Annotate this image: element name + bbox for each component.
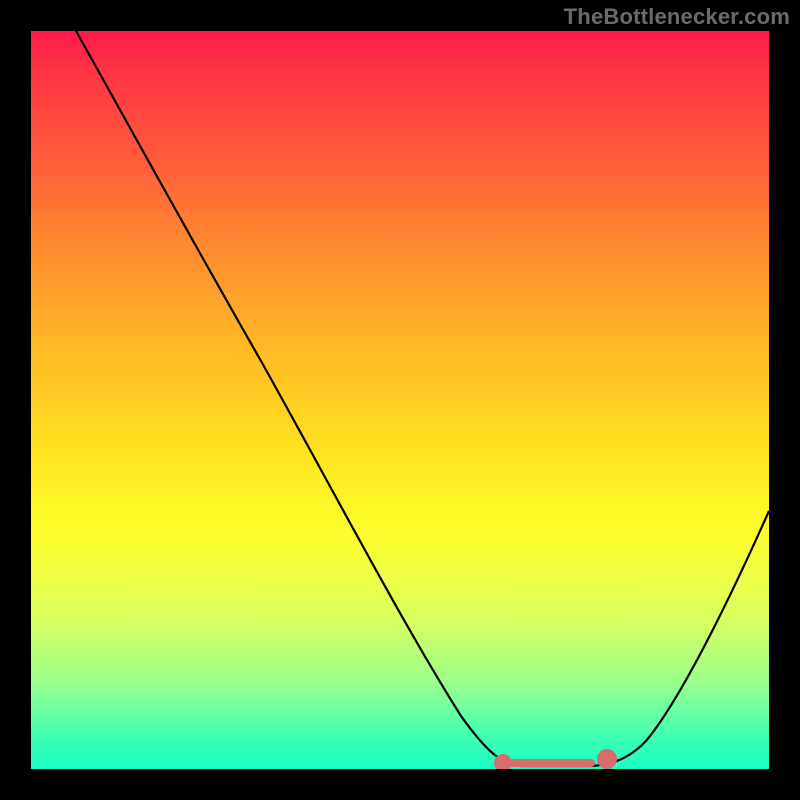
chart-svg (31, 31, 769, 769)
plot-area (31, 31, 769, 769)
bottleneck-curve-line (76, 31, 769, 766)
chart-frame: TheBottlenecker.com (0, 0, 800, 800)
attribution-text: TheBottlenecker.com (564, 4, 790, 30)
